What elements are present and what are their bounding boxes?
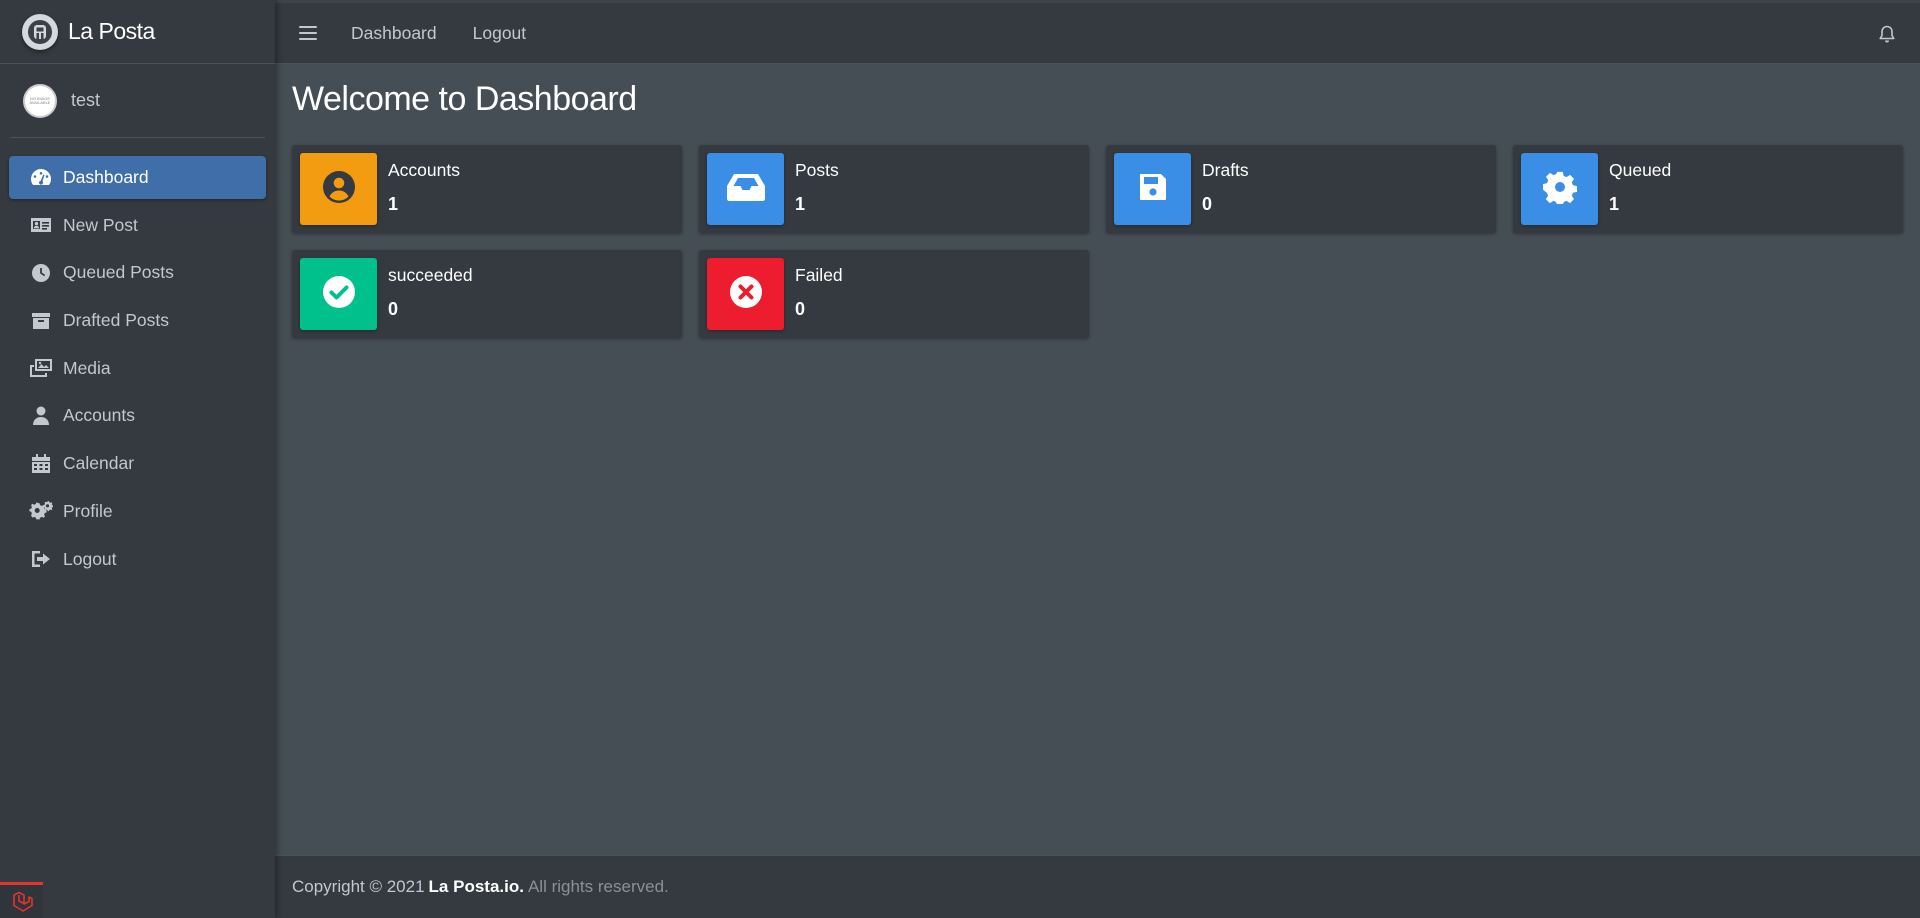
- stat-box-accounts[interactable]: Accounts 1: [292, 145, 682, 233]
- page-title: Welcome to Dashboard: [292, 80, 637, 118]
- sidebar-item-new-post[interactable]: New Post: [9, 204, 266, 247]
- sidebar-item-label: Logout: [63, 548, 117, 569]
- sign-out-icon: [29, 548, 53, 570]
- check-circle-icon: [322, 275, 356, 314]
- user-icon: [29, 405, 53, 427]
- sidebar-item-label: Media: [63, 357, 111, 378]
- sidebar: La Posta NO IMAGE AVAILABLE test Dashboa…: [0, 0, 275, 918]
- save-icon: [1138, 172, 1168, 207]
- tachometer-icon: [29, 167, 53, 189]
- user-circle-icon: [322, 170, 356, 209]
- stat-value: 0: [1202, 193, 1213, 214]
- sidebar-item-label: Dashboard: [63, 167, 149, 187]
- footer-rights: All rights reserved.: [527, 877, 669, 896]
- sidebar-item-label: Calendar: [63, 453, 135, 474]
- photo-video-icon: [29, 357, 53, 379]
- cogs-icon: [29, 500, 53, 522]
- sidebar-item-calendar[interactable]: Calendar: [9, 442, 266, 485]
- cog-icon: [1542, 170, 1577, 209]
- inbox-icon: [726, 172, 766, 207]
- stat-value: 1: [1609, 193, 1620, 214]
- sidebar-item-logout[interactable]: Logout: [9, 538, 266, 581]
- sidebar-item-dashboard[interactable]: Dashboard: [9, 156, 266, 199]
- hamburger-icon[interactable]: [299, 25, 317, 41]
- footer: Copyright © 2021 La Posta.io. All rights…: [275, 855, 1920, 918]
- stat-value: 0: [795, 298, 806, 319]
- footer-copyright: Copyright © 2021: [292, 877, 425, 896]
- stat-box-drafts[interactable]: Drafts 0: [1106, 145, 1496, 233]
- sidebar-item-label: Queued Posts: [63, 262, 174, 283]
- user-name: test: [71, 90, 101, 110]
- stat-value: 1: [795, 193, 806, 214]
- main-content: Welcome to Dashboard Accounts 1 Posts 1: [275, 64, 1920, 855]
- stat-value: 1: [388, 193, 399, 214]
- sidebar-item-media[interactable]: Media: [9, 347, 266, 390]
- stat-label: Drafts: [1202, 159, 1249, 180]
- footer-brand-link[interactable]: La Posta.io.: [429, 877, 524, 897]
- calendar-icon: [29, 453, 53, 475]
- sidebar-item-label: Drafted Posts: [63, 310, 170, 331]
- stat-box-failed[interactable]: Failed 0: [699, 250, 1089, 338]
- stat-label: Failed: [795, 264, 843, 285]
- stat-label: succeeded: [388, 264, 473, 285]
- sidebar-item-label: Profile: [63, 500, 113, 521]
- stat-label: Queued: [1609, 159, 1672, 180]
- top-navbar: Dashboard Logout: [275, 0, 1920, 64]
- avatar: NO IMAGE AVAILABLE: [23, 83, 57, 118]
- clock-icon: [29, 262, 53, 284]
- laravel-logo-icon[interactable]: [0, 882, 43, 918]
- user-panel[interactable]: NO IMAGE AVAILABLE test: [10, 64, 265, 138]
- stat-icon-container: [707, 153, 784, 225]
- stat-value: 0: [388, 298, 399, 319]
- avatar-text: NO IMAGE AVAILABLE: [29, 95, 51, 105]
- nav-link-dashboard[interactable]: Dashboard: [351, 23, 437, 44]
- stat-box-queued[interactable]: Queued 1: [1513, 145, 1903, 233]
- stat-box-posts[interactable]: Posts 1: [699, 145, 1089, 233]
- stat-label: Posts: [795, 159, 839, 180]
- id-card-icon: [29, 214, 53, 236]
- archive-icon: [29, 310, 53, 332]
- sidebar-item-label: Accounts: [63, 405, 135, 426]
- stat-icon-container: [707, 258, 784, 330]
- stat-label: Accounts: [388, 159, 460, 180]
- stat-icon-container: [300, 258, 377, 330]
- bell-icon[interactable]: [1878, 25, 1896, 49]
- stat-box-succeeded[interactable]: succeeded 0: [292, 250, 682, 338]
- sidebar-item-accounts[interactable]: Accounts: [9, 394, 266, 437]
- nav-link-logout[interactable]: Logout: [473, 23, 527, 44]
- brand-link[interactable]: La Posta: [0, 0, 275, 64]
- sidebar-item-drafted-posts[interactable]: Drafted Posts: [9, 299, 266, 342]
- sidebar-item-profile[interactable]: Profile: [9, 490, 266, 533]
- brand-name: La Posta: [68, 18, 155, 44]
- times-circle-icon: [729, 275, 763, 314]
- brand-logo-icon: [22, 13, 58, 50]
- stat-icon-container: [1114, 153, 1191, 225]
- sidebar-item-queued-posts[interactable]: Queued Posts: [9, 251, 266, 294]
- stat-icon-container: [300, 153, 377, 225]
- sidebar-item-label: New Post: [63, 214, 138, 235]
- stat-icon-container: [1521, 153, 1598, 225]
- sidebar-nav: Dashboard New Post Queued Posts Drafted …: [0, 156, 275, 581]
